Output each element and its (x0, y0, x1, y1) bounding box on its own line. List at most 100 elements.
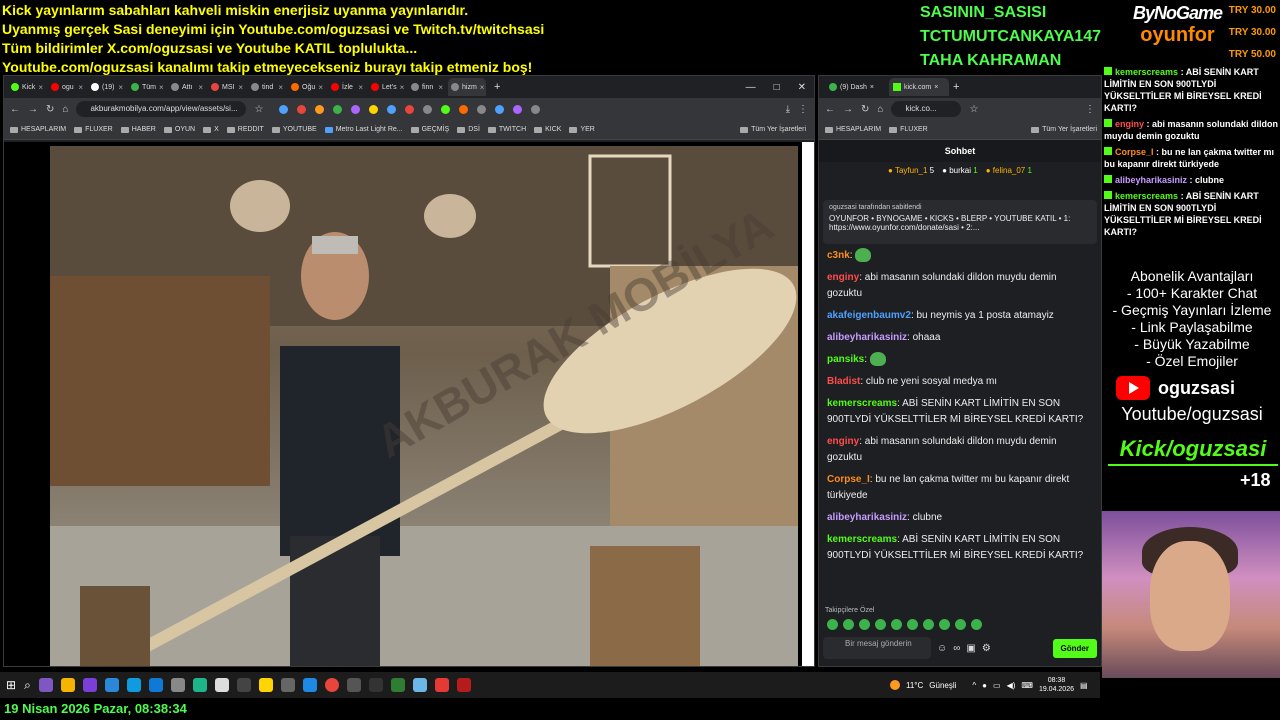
close-icon[interactable]: × (870, 84, 874, 91)
all-bookmarks[interactable]: Tüm Yer İşaretleri (740, 126, 814, 133)
extension-icon[interactable] (333, 104, 343, 114)
leader-item[interactable]: ● Tayfun_1 5 (888, 166, 934, 192)
app-icon[interactable] (302, 678, 317, 692)
network-icon[interactable]: ▭ (993, 681, 1001, 690)
bookmark-item[interactable]: YOUTUBE (271, 126, 317, 133)
bookmark-item[interactable]: FLUXER (74, 126, 113, 133)
close-icon[interactable]: × (159, 83, 164, 92)
camera-icon[interactable] (170, 678, 185, 692)
notification-icon[interactable]: ▤ (1080, 681, 1088, 690)
product-photo[interactable]: AKBURAK MOBİLYA (50, 146, 798, 666)
clock[interactable]: 08:38 19.04.2026 (1039, 676, 1074, 694)
file-explorer-icon[interactable] (60, 678, 75, 692)
leader-item[interactable]: ● felina_07 1 (986, 166, 1032, 192)
extension-icon[interactable] (351, 104, 361, 114)
sticky-notes-icon[interactable] (258, 678, 273, 692)
app-icon[interactable] (390, 678, 405, 692)
app-icon[interactable] (280, 678, 295, 692)
chevron-up-icon[interactable]: ^ (972, 681, 976, 690)
bookmark-item[interactable]: HABER (120, 126, 156, 133)
close-window-icon[interactable]: ✕ (798, 82, 806, 93)
emote-icon[interactable] (891, 619, 902, 630)
bookmark-item[interactable]: KICK (534, 126, 561, 133)
home-icon[interactable]: ⌂ (62, 104, 68, 115)
settings-icon[interactable]: ⚙ (982, 643, 991, 654)
close-icon[interactable]: × (934, 84, 938, 91)
reload-icon[interactable]: ↻ (861, 104, 869, 115)
bookmark-item[interactable]: REDDIT (226, 126, 264, 133)
browser-tab[interactable]: Kick × (8, 78, 46, 96)
emote-icon[interactable] (923, 619, 934, 630)
chrome-icon[interactable] (324, 678, 339, 692)
emote-icon[interactable] (939, 619, 950, 630)
bookmark-item[interactable]: DSİ (457, 126, 480, 133)
bookmark-star-icon[interactable]: ☆ (254, 104, 263, 115)
chat-username[interactable]: kemerscreams (827, 534, 897, 545)
close-icon[interactable]: × (278, 83, 283, 92)
bookmark-item[interactable]: TWITCH (487, 126, 526, 133)
extension-icon[interactable] (297, 104, 307, 114)
download-icon[interactable]: ⤓ (786, 104, 790, 115)
quick-emote-icon[interactable]: ∞ (953, 643, 960, 654)
extension-icon[interactable] (441, 104, 451, 114)
app-icon[interactable] (346, 678, 361, 692)
chat-username[interactable]: pansiks (827, 354, 864, 365)
mic-icon[interactable]: ● (982, 681, 987, 690)
emote-icon[interactable] (875, 619, 886, 630)
app-icon[interactable] (192, 678, 207, 692)
extension-icon[interactable] (495, 104, 505, 114)
emote-icon[interactable] (859, 619, 870, 630)
chat-username[interactable]: c3nk (827, 250, 850, 261)
extension-icon[interactable] (369, 104, 379, 114)
bookmark-item[interactable]: Metro Last Light Re... (324, 126, 403, 133)
app-icon[interactable] (412, 678, 427, 692)
pinned-message[interactable]: oguzsasi tarafından sabitlendi OYUNFOR •… (823, 200, 1097, 244)
url-input[interactable]: akburakmobilya.com/app/view/assets/si... (76, 101, 247, 117)
chat-message[interactable]: alibeyharikasiniz: clubne (827, 510, 1093, 526)
language-icon[interactable]: ⌨ (1021, 681, 1033, 690)
chat-message[interactable]: pansiks: (827, 352, 1093, 368)
forward-icon[interactable]: → (843, 104, 853, 115)
browser-tab[interactable]: Oğu × (288, 78, 326, 96)
page-scrollbar[interactable] (802, 142, 814, 666)
bookmark-item[interactable]: FLUXER (889, 126, 928, 133)
weather-icon[interactable] (890, 680, 900, 690)
edge-icon[interactable] (148, 678, 163, 692)
app-icon[interactable] (214, 678, 229, 692)
new-tab-icon[interactable]: + (953, 81, 959, 93)
close-icon[interactable]: × (78, 83, 83, 92)
chat-message-input[interactable]: Bir mesaj gönderin (823, 637, 931, 659)
app-icon[interactable] (236, 678, 251, 692)
browser-tab[interactable]: İzle × (328, 78, 366, 96)
browser-tab[interactable]: MSI × (208, 78, 246, 96)
new-tab-icon[interactable]: + (494, 81, 500, 93)
browser-tab-active[interactable]: kick.com × (889, 78, 949, 96)
emote-icon[interactable] (843, 619, 854, 630)
windows-start-icon[interactable]: ⊞ (6, 678, 16, 692)
leader-item[interactable]: ● burkai 1 (942, 166, 978, 192)
gift-icon[interactable]: ▣ (966, 643, 975, 654)
volume-icon[interactable]: ◀) (1007, 681, 1016, 690)
close-icon[interactable]: × (198, 83, 203, 92)
chat-username[interactable]: akafeigenbaumv2 (827, 310, 911, 321)
app-icon[interactable] (126, 678, 141, 692)
back-icon[interactable]: ← (825, 104, 835, 115)
extension-icon[interactable] (315, 104, 325, 114)
home-icon[interactable]: ⌂ (877, 104, 883, 115)
browser-tab-active[interactable]: hizm × (448, 78, 486, 96)
url-input[interactable]: kick.co... (891, 101, 962, 117)
bookmark-item[interactable]: GEÇMİŞ (410, 126, 449, 133)
chat-username[interactable]: enginy (827, 272, 859, 283)
chat-message[interactable]: c3nk: (827, 248, 1093, 264)
extension-icon[interactable] (459, 104, 469, 114)
close-icon[interactable]: × (480, 83, 485, 92)
browser-tab[interactable]: ogu × (48, 78, 86, 96)
bookmark-item[interactable]: HESAPLARIM (10, 126, 66, 133)
extension-icon[interactable] (531, 104, 541, 114)
forward-icon[interactable]: → (28, 104, 38, 115)
chat-message[interactable]: enginy: abi masanın solundaki dildon muy… (827, 270, 1093, 302)
bookmark-star-icon[interactable]: ☆ (969, 104, 978, 115)
chat-username[interactable]: Bladist (827, 376, 860, 387)
chat-username[interactable]: kemerscreams (827, 398, 897, 409)
browser-tab[interactable]: (9) Dash × (825, 78, 885, 96)
